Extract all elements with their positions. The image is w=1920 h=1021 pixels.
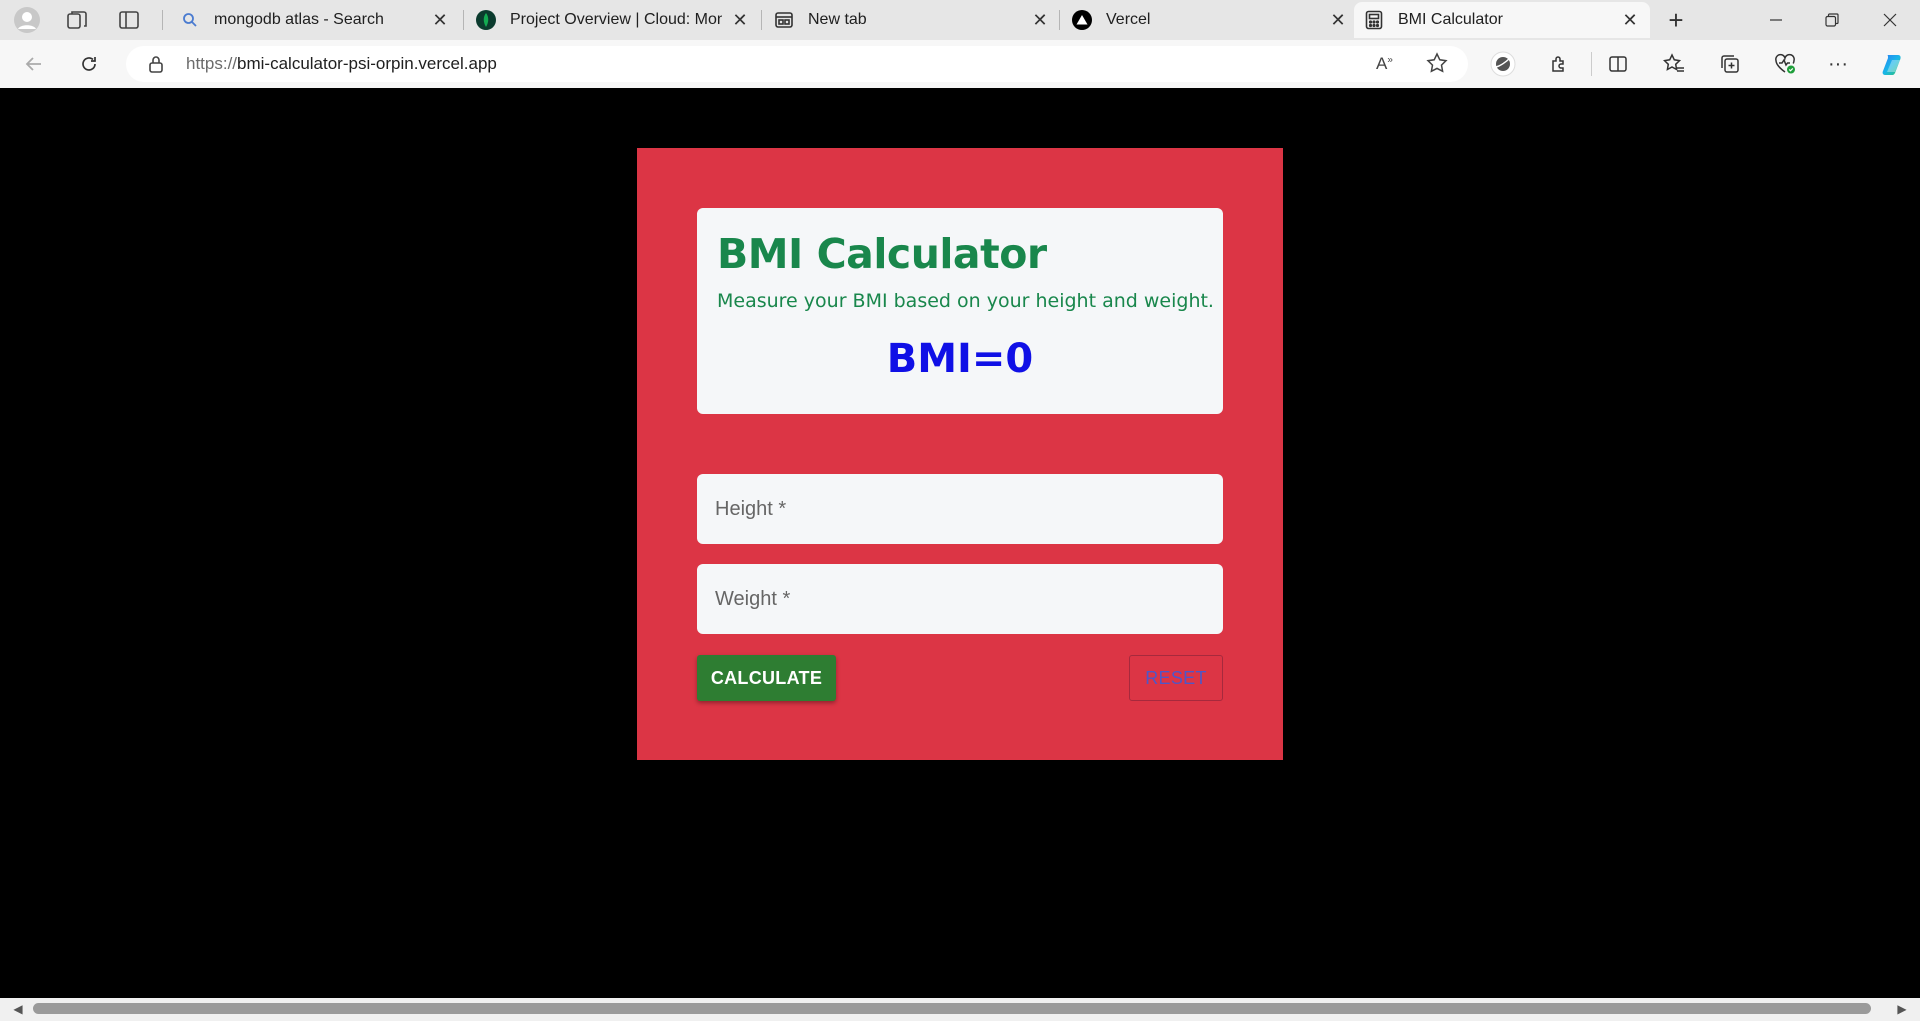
collections-icon[interactable] <box>1712 46 1748 82</box>
page-subtitle: Measure your BMI based on your height an… <box>717 290 1214 312</box>
tab-strip: mongodb atlas - Search ✕ Project Overvie… <box>0 0 1920 40</box>
refresh-icon[interactable] <box>71 46 107 82</box>
close-icon[interactable]: ✕ <box>430 10 450 30</box>
tab-title: Project Overview | Cloud: MongoDB Cloud <box>510 11 722 28</box>
scroll-left-icon[interactable]: ◀ <box>9 1000 27 1018</box>
tab-vercel[interactable]: Vercel ✕ <box>1062 2 1358 38</box>
scroll-right-icon[interactable]: ▶ <box>1893 1000 1911 1018</box>
reset-button[interactable]: RESET <box>1129 655 1223 701</box>
tab-mongodb-search[interactable]: mongodb atlas - Search ✕ <box>170 2 460 38</box>
address-bar[interactable]: https://bmi-calculator-psi-orpin.vercel.… <box>126 46 1468 82</box>
close-icon[interactable]: ✕ <box>1620 10 1640 30</box>
tab-mongodb-project[interactable]: Project Overview | Cloud: MongoDB Cloud … <box>466 2 760 38</box>
read-aloud-icon[interactable]: A» <box>1376 54 1393 74</box>
tab-new-tab[interactable]: New tab ✕ <box>764 2 1060 38</box>
vercel-triangle-icon <box>1072 10 1092 30</box>
scrollbar-thumb[interactable] <box>33 1003 1871 1014</box>
tab-title: BMI Calculator <box>1398 11 1503 28</box>
page-title: BMI Calculator <box>717 230 1047 278</box>
search-icon <box>180 10 200 30</box>
tab-title: Vercel <box>1106 11 1151 28</box>
calculator-icon <box>1364 10 1384 30</box>
browser-essentials-icon[interactable] <box>1485 46 1521 82</box>
browser-health-icon[interactable] <box>1767 46 1803 82</box>
minimize-icon[interactable] <box>1748 0 1804 40</box>
back-arrow-icon[interactable] <box>16 46 52 82</box>
close-icon[interactable]: ✕ <box>1328 10 1348 30</box>
workspaces-icon[interactable] <box>59 2 95 38</box>
favorite-star-icon[interactable] <box>1426 52 1448 79</box>
close-icon[interactable]: ✕ <box>1030 10 1050 30</box>
favorites-icon[interactable] <box>1656 46 1692 82</box>
split-screen-icon[interactable] <box>1600 46 1636 82</box>
bmi-result: BMI=0 <box>886 336 1034 382</box>
browser-toolbar: https://bmi-calculator-psi-orpin.vercel.… <box>0 40 1920 88</box>
more-options-icon[interactable]: ··· <box>1820 46 1856 82</box>
extensions-icon[interactable] <box>1541 46 1577 82</box>
lock-icon[interactable] <box>148 55 164 78</box>
close-icon[interactable]: ✕ <box>730 10 750 30</box>
weight-input[interactable] <box>697 564 1223 634</box>
tab-bmi-calculator[interactable]: BMI Calculator ✕ <box>1354 2 1650 38</box>
copilot-icon[interactable] <box>1876 46 1912 82</box>
new-tab-icon <box>774 10 794 30</box>
horizontal-scrollbar[interactable]: ◀ ▶ <box>0 998 1920 1021</box>
height-input[interactable] <box>697 474 1223 544</box>
tab-title: New tab <box>808 11 867 28</box>
calculate-button[interactable]: CALCULATE <box>697 655 836 701</box>
tab-title: mongodb atlas - Search <box>214 11 384 28</box>
tab-actions-icon[interactable] <box>111 2 147 38</box>
mongodb-leaf-icon <box>476 10 496 30</box>
url-text: https://bmi-calculator-psi-orpin.vercel.… <box>186 54 497 73</box>
new-tab-plus-icon[interactable]: + <box>1658 2 1694 38</box>
info-panel: BMI Calculator Measure your BMI based on… <box>697 208 1223 414</box>
restore-icon[interactable] <box>1804 0 1860 40</box>
profile-icon[interactable] <box>9 2 45 38</box>
window-close-icon[interactable] <box>1862 0 1918 40</box>
